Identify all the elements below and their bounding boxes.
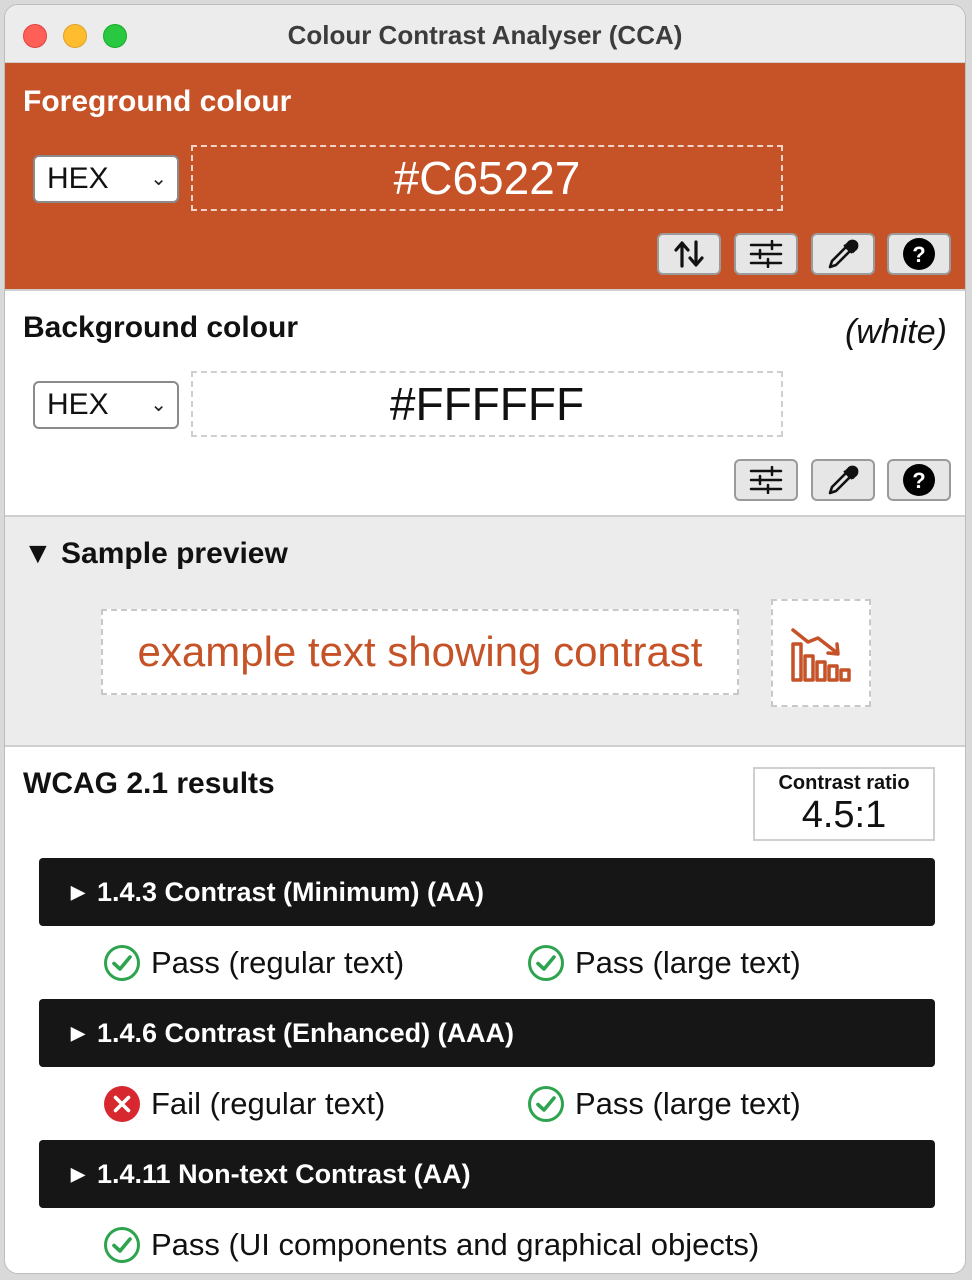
- sample-text-preview: example text showing contrast: [101, 609, 739, 695]
- contrast-ratio-box: Contrast ratio 4.5:1: [753, 767, 935, 841]
- chevron-down-icon: ⌄: [150, 394, 167, 416]
- result-text: Pass (large text): [575, 1086, 801, 1121]
- criterion-label: 1.4.11 Non-text Contrast (AA): [97, 1159, 471, 1189]
- triangle-right-icon: ▶: [71, 1023, 85, 1043]
- check-icon: [528, 945, 564, 981]
- help-icon: ?: [903, 464, 935, 496]
- criterion-1-4-6[interactable]: ▶ 1.4.6 Contrast (Enhanced) (AAA): [39, 999, 935, 1067]
- svg-text:?: ?: [912, 468, 925, 493]
- sample-preview-toggle[interactable]: ▼ Sample preview: [23, 537, 288, 571]
- foreground-colour-input[interactable]: #C65227: [191, 145, 783, 211]
- triangle-right-icon: ▶: [71, 1164, 85, 1184]
- background-colour-name: (white): [844, 313, 947, 351]
- contrast-ratio-label: Contrast ratio: [778, 772, 910, 794]
- eyedropper-icon: [828, 465, 859, 495]
- foreground-sliders-button[interactable]: [734, 233, 798, 275]
- results-heading: WCAG 2.1 results: [23, 767, 275, 800]
- background-heading: Background colour: [23, 311, 299, 344]
- result-item: Fail (regular text): [103, 1084, 385, 1124]
- result-item: Pass (regular text): [103, 943, 404, 983]
- fail-icon: [104, 1086, 140, 1122]
- result-text: Pass (UI components and graphical object…: [151, 1227, 760, 1262]
- foreground-panel: Foreground colour HEX ⌄ #C65227 ?: [5, 63, 965, 289]
- foreground-heading: Foreground colour: [23, 85, 292, 118]
- criterion-1-4-3[interactable]: ▶ 1.4.3 Contrast (Minimum) (AA): [39, 858, 935, 926]
- background-colour-input[interactable]: #FFFFFF: [191, 371, 783, 437]
- criterion-1-4-11[interactable]: ▶ 1.4.11 Non-text Contrast (AA): [39, 1140, 935, 1208]
- sliders-icon: [749, 466, 783, 494]
- chevron-down-icon: ⌄: [150, 168, 167, 190]
- result-text: Pass (large text): [575, 945, 801, 980]
- help-icon: ?: [903, 238, 935, 270]
- sample-preview-panel: ▼ Sample preview example text showing co…: [5, 515, 965, 747]
- check-icon: [528, 1086, 564, 1122]
- background-sliders-button[interactable]: [734, 459, 798, 501]
- sliders-icon: [749, 240, 783, 268]
- window-title: Colour Contrast Analyser (CCA): [287, 20, 683, 50]
- background-eyedropper-button[interactable]: [811, 459, 875, 501]
- criterion-label: 1.4.3 Contrast (Minimum) (AA): [97, 877, 485, 907]
- background-format-value: HEX: [47, 388, 109, 421]
- foreground-eyedropper-button[interactable]: [811, 233, 875, 275]
- swap-colours-button[interactable]: [657, 233, 721, 275]
- result-item: Pass (large text): [527, 1084, 801, 1124]
- check-icon: [104, 1227, 140, 1263]
- background-panel: Background colour (white) HEX ⌄ #FFFFFF: [5, 289, 965, 515]
- contrast-ratio-value: 4.5:1: [801, 794, 887, 836]
- result-text: Pass (regular text): [151, 945, 405, 980]
- sample-graphic-preview: [771, 599, 871, 707]
- triangle-right-icon: ▶: [71, 882, 85, 902]
- sample-preview-heading: Sample preview: [61, 537, 288, 570]
- check-icon: [104, 945, 140, 981]
- title-bar: Colour Contrast Analyser (CCA): [5, 5, 965, 63]
- wcag-results-panel: WCAG 2.1 results Contrast ratio 4.5:1 ▶ …: [5, 747, 965, 1273]
- result-text: Fail (regular text): [151, 1086, 386, 1121]
- result-item: Pass (UI components and graphical object…: [103, 1225, 759, 1265]
- foreground-format-value: HEX: [47, 162, 109, 195]
- app-window: Colour Contrast Analyser (CCA) Foregroun…: [4, 4, 966, 1274]
- foreground-help-button[interactable]: ?: [887, 233, 951, 275]
- result-item: Pass (large text): [527, 943, 801, 983]
- swap-icon: [674, 240, 704, 268]
- criterion-label: 1.4.6 Contrast (Enhanced) (AAA): [97, 1018, 515, 1048]
- background-help-button[interactable]: ?: [887, 459, 951, 501]
- triangle-down-icon: ▼: [23, 537, 53, 570]
- chart-icon: [791, 628, 851, 682]
- svg-text:?: ?: [912, 242, 925, 267]
- foreground-format-select[interactable]: HEX ⌄: [33, 155, 179, 203]
- background-format-select[interactable]: HEX ⌄: [33, 381, 179, 429]
- eyedropper-icon: [828, 239, 859, 269]
